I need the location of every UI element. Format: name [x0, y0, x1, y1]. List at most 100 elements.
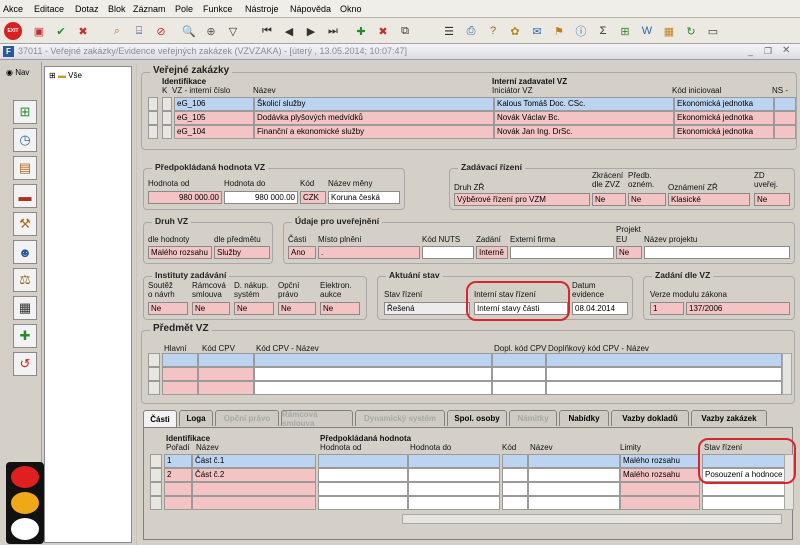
- row-selector[interactable]: [148, 125, 158, 139]
- menu-funkce[interactable]: Funkce: [203, 4, 233, 14]
- clock-icon[interactable]: ◷: [13, 128, 37, 152]
- cast-od-cell[interactable]: [318, 468, 408, 482]
- scales-icon[interactable]: ⚖: [13, 268, 37, 292]
- cast-do-cell[interactable]: [408, 454, 500, 468]
- kod-cpv-nazev-cell[interactable]: [254, 381, 492, 395]
- duplicate-icon[interactable]: ⧉: [396, 22, 414, 40]
- cast-row[interactable]: [150, 496, 790, 510]
- zadani-field[interactable]: Interně: [476, 246, 508, 259]
- cast-od-cell[interactable]: [318, 454, 408, 468]
- cast-limity-cell[interactable]: [620, 496, 700, 510]
- row-selector[interactable]: [148, 111, 158, 125]
- tab-nabidky[interactable]: Nabídky: [559, 410, 609, 426]
- hlavni-cell[interactable]: [162, 367, 198, 381]
- druh-zr-field[interactable]: Výběrové řízení pro VZM: [454, 193, 590, 206]
- cast-do-cell[interactable]: [408, 482, 500, 496]
- tools-icon[interactable]: ⚒: [13, 212, 37, 236]
- tab-vazby-dokladu[interactable]: Vazby dokladů: [611, 410, 689, 426]
- vz-code-cell[interactable]: Ekonomická jednotka: [674, 125, 774, 139]
- cast-kod-cell[interactable]: [502, 496, 528, 510]
- kod-cpv-cell[interactable]: [198, 353, 254, 367]
- first-record-icon[interactable]: ⏮: [258, 22, 276, 40]
- cast-limity-cell[interactable]: Malého rozsahu: [620, 454, 700, 468]
- menu-pole[interactable]: Pole: [175, 4, 193, 14]
- poradi-cell[interactable]: 1: [164, 454, 192, 468]
- zoom-icon[interactable]: ⊕: [202, 22, 220, 40]
- notebook-icon[interactable]: ▤: [13, 156, 37, 180]
- vz-row[interactable]: eG_106 Školicí služby Kalous Tomáš Doc. …: [146, 97, 796, 111]
- nazev-projektu-field[interactable]: [644, 246, 790, 259]
- vz-num-cell[interactable]: eG_104: [174, 125, 254, 139]
- kod-field[interactable]: CZK: [300, 191, 326, 204]
- excel-icon[interactable]: ⊞: [616, 22, 634, 40]
- cast-do-cell[interactable]: [408, 468, 500, 482]
- cast-nazev-cell[interactable]: Část č.1: [192, 454, 316, 468]
- dle-predmetu-field[interactable]: Služby: [214, 246, 270, 259]
- person-icon[interactable]: ☻: [13, 240, 37, 264]
- vz-initiator-cell[interactable]: Novák Jan Ing. DrSc.: [494, 125, 674, 139]
- add-document-icon[interactable]: ✚: [13, 324, 37, 348]
- tab-opcni-pravo[interactable]: Opční právo: [215, 410, 279, 426]
- dopl-kod-cell[interactable]: [492, 367, 546, 381]
- menu-akce[interactable]: Akce: [3, 4, 23, 14]
- menu-nastroje[interactable]: Nástroje: [245, 4, 279, 14]
- row-selector[interactable]: [150, 454, 162, 468]
- cast-naz-cell[interactable]: [528, 454, 620, 468]
- cast-nazev-cell[interactable]: [192, 496, 316, 510]
- vz-name-cell[interactable]: Školicí služby: [254, 97, 494, 111]
- datum-field[interactable]: 08.04.2014: [572, 302, 628, 315]
- tab-loga[interactable]: Loga: [179, 410, 213, 426]
- kod-cpv-nazev-cell[interactable]: [254, 353, 492, 367]
- settings-icon[interactable]: ✿: [506, 22, 524, 40]
- cast-row[interactable]: 2 Část č.2 Malého rozsahu Posouzení a ho…: [150, 468, 790, 482]
- casti-field[interactable]: Ano: [288, 246, 316, 259]
- mena-field[interactable]: Koruna česká: [328, 191, 400, 204]
- help-icon[interactable]: ?: [484, 22, 502, 40]
- cast-kod-cell[interactable]: [502, 468, 528, 482]
- cast-naz-cell[interactable]: [528, 496, 620, 510]
- soutez-field[interactable]: Ne: [148, 302, 188, 315]
- sum-icon[interactable]: Σ: [594, 22, 612, 40]
- menu-okno[interactable]: Okno: [340, 4, 362, 14]
- search-icon[interactable]: 🔍: [180, 22, 198, 40]
- opcni-field[interactable]: Ne: [278, 302, 316, 315]
- vz-code-cell[interactable]: Ekonomická jednotka: [674, 111, 774, 125]
- dopl-kod-nazev-cell[interactable]: [546, 381, 782, 395]
- cancel-icon[interactable]: ✖: [74, 22, 92, 40]
- cast-kod-cell[interactable]: [502, 482, 528, 496]
- kod-cpv-nazev-cell[interactable]: [254, 367, 492, 381]
- cancel-query-icon[interactable]: ⊘: [152, 22, 170, 40]
- cast-limity-cell[interactable]: [620, 482, 700, 496]
- row-selector[interactable]: [148, 97, 158, 111]
- tab-dynamicky-system[interactable]: Dynamický systém: [355, 410, 445, 426]
- cast-do-cell[interactable]: [408, 496, 500, 510]
- execute-query-icon[interactable]: ⌸: [130, 22, 148, 40]
- dopl-kod-nazev-cell[interactable]: [546, 353, 782, 367]
- vz-num-cell[interactable]: eG_106: [174, 97, 254, 111]
- vz-ns-cell[interactable]: [774, 111, 796, 125]
- refresh-icon[interactable]: ↻: [682, 22, 700, 40]
- menu-dotaz[interactable]: Dotaz: [75, 4, 99, 14]
- vz-row[interactable]: eG_104 Finanční a ekonomické služby Nová…: [146, 125, 796, 139]
- row-selector[interactable]: [148, 353, 160, 367]
- nav-radio[interactable]: ◉ Nav: [6, 68, 29, 77]
- cast-nazev-cell[interactable]: [192, 482, 316, 496]
- tab-spol-osoby[interactable]: Spol. osoby: [447, 410, 507, 426]
- cast-kod-cell[interactable]: [502, 454, 528, 468]
- cast-naz-cell[interactable]: [528, 468, 620, 482]
- row-selector[interactable]: [150, 482, 162, 496]
- vz-name-cell[interactable]: Finanční a ekonomické služby: [254, 125, 494, 139]
- predmet-scrollbar[interactable]: [782, 353, 792, 395]
- k-checkbox[interactable]: [162, 97, 172, 111]
- cast-stav-cell[interactable]: [702, 482, 788, 496]
- kod-cpv-cell[interactable]: [198, 367, 254, 381]
- attach-icon[interactable]: ⚑: [550, 22, 568, 40]
- exit-button[interactable]: EXIT: [4, 22, 22, 40]
- prev-record-icon[interactable]: ◀: [280, 22, 298, 40]
- close-icon[interactable]: ✕: [782, 45, 790, 56]
- cast-nazev-cell[interactable]: Část č.2: [192, 468, 316, 482]
- dnakup-field[interactable]: Ne: [234, 302, 274, 315]
- nuts-field[interactable]: [422, 246, 474, 259]
- vz-initiator-cell[interactable]: Novák Václav Bc.: [494, 111, 674, 125]
- kod-cpv-cell[interactable]: [198, 381, 254, 395]
